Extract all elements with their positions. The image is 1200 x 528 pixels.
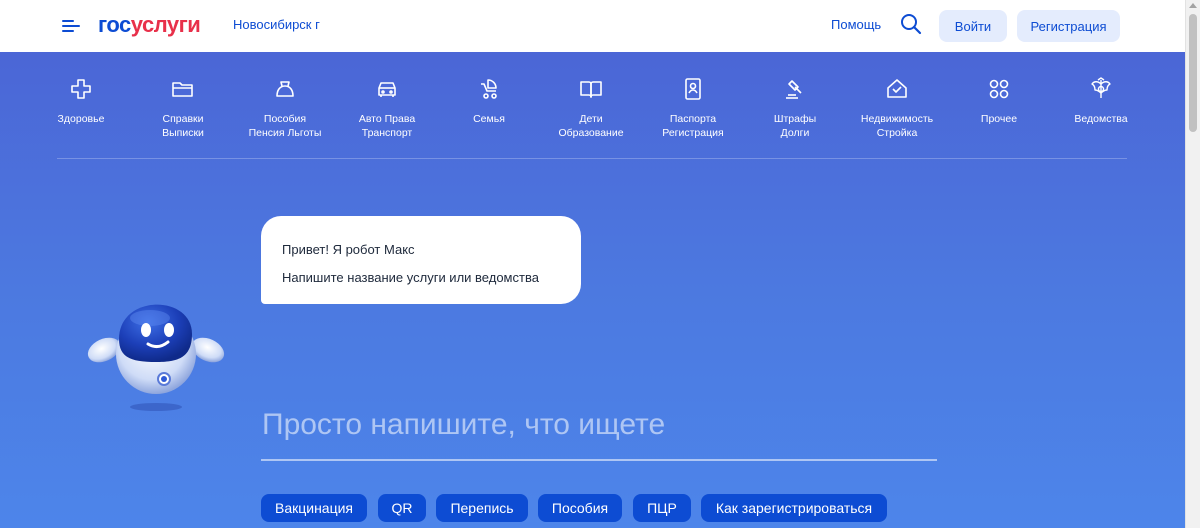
login-button[interactable]: Войти	[939, 10, 1007, 42]
top-header: госуслуги Новосибирск г Помощь Войти Рег…	[0, 0, 1185, 52]
house-icon	[887, 79, 907, 98]
category-label: Здоровье	[57, 113, 105, 125]
logo-part-gos: гос	[98, 12, 131, 37]
category-label: Ведомства	[1074, 113, 1128, 125]
stroller-icon	[481, 79, 497, 99]
category-label: Недвижимость Стройка	[860, 113, 934, 139]
gosuslugi-logo[interactable]: госуслуги	[98, 12, 201, 38]
category-label: Семья	[473, 113, 505, 125]
passport-icon	[685, 78, 701, 100]
category-benefits[interactable]: Пособия Пенсия Льготы	[234, 76, 336, 140]
wallet-bag-icon	[276, 81, 294, 97]
category-label: Прочее	[980, 113, 1018, 125]
scroll-thumb[interactable]	[1189, 14, 1197, 132]
category-label: Дети Образование	[558, 113, 624, 139]
folder-icon	[172, 82, 193, 97]
category-nav: Здоровье Справки Выписки Пособия Пенсия …	[30, 76, 1155, 146]
chip-qr[interactable]: QR	[378, 494, 426, 522]
search-underline	[261, 459, 937, 461]
category-label: Пособия Пенсия Льготы	[248, 113, 322, 139]
menu-burger-icon[interactable]	[62, 17, 82, 35]
category-realty[interactable]: Недвижимость Стройка	[846, 76, 948, 140]
plus-cross-icon	[71, 79, 91, 99]
category-other[interactable]: Прочее	[948, 76, 1050, 126]
city-selector[interactable]: Новосибирск г	[233, 17, 320, 32]
gavel-icon	[786, 80, 802, 99]
coat-of-arms-icon	[1091, 77, 1111, 98]
scroll-up-arrow-icon[interactable]	[1189, 3, 1197, 8]
nav-divider	[57, 158, 1127, 159]
category-fines[interactable]: Штрафы Долги	[744, 76, 846, 140]
logo-part-uslugi: услуги	[130, 12, 201, 37]
robot-speech-bubble: Привет! Я робот Макс Напишите название у…	[261, 216, 581, 304]
chip-vaccination[interactable]: Вакцинация	[261, 494, 367, 522]
chip-benefits[interactable]: Пособия	[538, 494, 622, 522]
grid-icon	[989, 79, 1009, 99]
bubble-greeting: Привет! Я робот Макс	[282, 242, 415, 257]
category-certificates[interactable]: Справки Выписки	[132, 76, 234, 140]
chip-pcr[interactable]: ПЦР	[633, 494, 691, 522]
help-link[interactable]: Помощь	[831, 17, 881, 32]
category-label: Справки Выписки	[162, 113, 204, 139]
category-family[interactable]: Семья	[438, 76, 540, 126]
category-label: Штрафы Долги	[773, 113, 817, 139]
chip-census[interactable]: Перепись	[436, 494, 528, 522]
robot-max-avatar	[87, 304, 225, 411]
category-passports[interactable]: Паспорта Регистрация	[642, 76, 744, 140]
register-button[interactable]: Регистрация	[1017, 10, 1120, 42]
category-label: Паспорта Регистрация	[662, 113, 724, 139]
page-scrollbar[interactable]	[1185, 0, 1200, 528]
bubble-hint: Напишите название услуги или ведомства	[282, 270, 539, 285]
category-label: Авто Права Транспорт	[358, 113, 416, 139]
search-icon[interactable]	[900, 13, 922, 35]
category-children[interactable]: Дети Образование	[540, 76, 642, 140]
chip-how-to-register[interactable]: Как зарегистрироваться	[701, 494, 887, 522]
category-auto[interactable]: Авто Права Транспорт	[336, 76, 438, 140]
search-prompt[interactable]: Просто напишите, что ищете	[262, 408, 665, 442]
car-icon	[378, 82, 396, 97]
book-icon	[580, 81, 602, 98]
category-health[interactable]: Здоровье	[30, 76, 132, 126]
hero-section: Здоровье Справки Выписки Пособия Пенсия …	[0, 52, 1185, 528]
category-agencies[interactable]: Ведомства	[1050, 76, 1152, 126]
